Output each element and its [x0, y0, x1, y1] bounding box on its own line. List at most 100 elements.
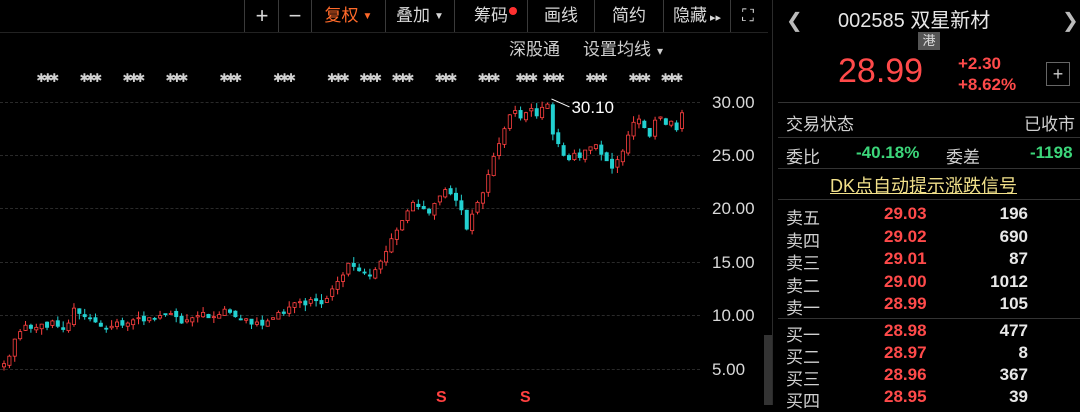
- candlestick: [572, 149, 577, 161]
- event-marker-icon[interactable]: ✱: [673, 71, 683, 85]
- orderbook-sell-row: 卖五 29.03 196: [786, 204, 1080, 228]
- candlestick: [335, 276, 340, 295]
- price-change: +2.30: [958, 54, 1002, 73]
- event-marker-icon[interactable]: ✱: [641, 71, 651, 85]
- candlestick: [669, 120, 674, 128]
- candlestick: [378, 259, 383, 274]
- event-marker-icon[interactable]: ✱: [286, 71, 296, 85]
- sell-signal-marker: S: [436, 389, 447, 405]
- candlestick: [303, 298, 308, 312]
- candlestick: [448, 185, 453, 196]
- level-price: 28.99: [884, 294, 927, 313]
- level-volume: 367: [999, 365, 1028, 384]
- candlestick: [195, 311, 200, 323]
- candlestick: [211, 311, 216, 323]
- candlestick: [400, 220, 405, 231]
- candlestick: [12, 338, 17, 362]
- candlestick: [480, 191, 485, 210]
- candlestick: [459, 194, 464, 216]
- event-marker-icon[interactable]: ✱: [555, 71, 565, 85]
- candlestick: [610, 152, 615, 174]
- level-volume: 1012: [990, 272, 1028, 291]
- candlestick: [599, 140, 604, 161]
- candlestick: [491, 152, 496, 177]
- candlestick: [45, 321, 50, 331]
- candlestick: [583, 149, 588, 163]
- candlestick: [287, 301, 292, 317]
- candlestick: [427, 207, 432, 216]
- chart-scrollbar[interactable]: [764, 335, 772, 405]
- divider: [778, 168, 1080, 169]
- candlestick: [109, 320, 114, 330]
- event-marker-icon[interactable]: ✱: [372, 71, 382, 85]
- prev-stock-icon[interactable]: ❮: [786, 8, 803, 33]
- candlestick: [680, 109, 685, 132]
- fullscreen-icon[interactable]: ⛶: [730, 0, 765, 32]
- event-marker-icon[interactable]: ✱: [135, 71, 145, 85]
- candlestick-plot: 30.10✱✱✱ ✱✱✱ ✱✱✱ ✱✱✱ ✱✱✱ ✱✱✱ ✱✱✱ ✱✱✱ ✱✱✱ ✱✱✱ ✱✱✱ ✱✱…: [2, 71, 685, 405]
- candlestick: [577, 148, 582, 161]
- candlestick: [362, 268, 367, 275]
- candlestick: [125, 321, 130, 331]
- candlestick: [567, 153, 572, 162]
- level-price: 29.03: [884, 204, 927, 223]
- candlestick: [82, 308, 87, 320]
- next-stock-icon[interactable]: ❯: [1062, 8, 1079, 33]
- event-marker-icon[interactable]: ✱: [92, 71, 102, 85]
- level-volume: 196: [999, 204, 1028, 223]
- candlestick: [534, 103, 539, 119]
- candlestick: [190, 316, 195, 327]
- level-price: 28.98: [884, 321, 927, 340]
- add-watchlist-button[interactable]: +: [1046, 62, 1070, 86]
- candlestick: [346, 262, 351, 277]
- event-marker-icon[interactable]: ✱: [340, 71, 350, 85]
- candlestick: [179, 313, 184, 324]
- y-tick-label: 15.00: [712, 253, 755, 272]
- event-marker-icon[interactable]: ✱: [598, 71, 608, 85]
- candlestick: [131, 318, 136, 330]
- candlestick: [260, 315, 265, 330]
- divider: [778, 102, 1080, 103]
- candlestick: [529, 103, 534, 117]
- candlestick: [168, 310, 173, 315]
- candlestick: [115, 318, 120, 330]
- candlestick: [340, 272, 345, 288]
- level-label: 卖三: [786, 254, 820, 273]
- weicha-value: -1198: [1030, 143, 1073, 162]
- stock-name: 双星新材: [910, 10, 991, 32]
- candlestick: [523, 111, 528, 123]
- candlestick: [281, 309, 286, 316]
- candlestick: [631, 116, 636, 140]
- event-marker-icon[interactable]: ✱: [528, 71, 538, 85]
- candlestick: [71, 303, 76, 327]
- candlestick: [174, 308, 179, 323]
- candlestick: [227, 308, 232, 315]
- candlestick: [561, 142, 566, 157]
- candlestick: [588, 146, 593, 155]
- y-tick-label: 20.00: [712, 199, 755, 218]
- kline-chart-area[interactable]: + − 复权 ▼ 叠加 ▼ 筹码 画线 简约 隐藏 ▸▸ ⛶ 深股通 设置均线 ▾ 30…: [0, 0, 772, 405]
- candlestick: [222, 306, 227, 316]
- candlestick: [647, 127, 652, 138]
- candlestick: [626, 131, 631, 156]
- candlestick: [663, 117, 668, 126]
- candlestick: [39, 323, 44, 335]
- candlestick: [410, 200, 415, 212]
- event-marker-icon[interactable]: ✱: [447, 71, 457, 85]
- candlestick: [23, 320, 28, 331]
- annotation-label: 30.10: [571, 98, 614, 117]
- event-marker-icon[interactable]: ✱: [178, 71, 188, 85]
- dk-signal-link[interactable]: DK点自动提示涨跌信号: [830, 172, 1017, 198]
- orderbook-sell-row: 卖二 29.00 1012: [786, 272, 1080, 296]
- candlestick: [443, 187, 448, 199]
- event-marker-icon[interactable]: ✱: [490, 71, 500, 85]
- candlestick: [217, 311, 222, 319]
- orderbook-sell-row: 卖三 29.01 87: [786, 249, 1080, 273]
- candlestick: [136, 311, 141, 325]
- candlestick: [61, 321, 66, 333]
- level-price: 29.01: [884, 249, 927, 268]
- event-marker-icon[interactable]: ✱: [49, 71, 59, 85]
- candlestick: [384, 245, 389, 266]
- event-marker-icon[interactable]: ✱: [232, 71, 242, 85]
- event-marker-icon[interactable]: ✱: [404, 71, 414, 85]
